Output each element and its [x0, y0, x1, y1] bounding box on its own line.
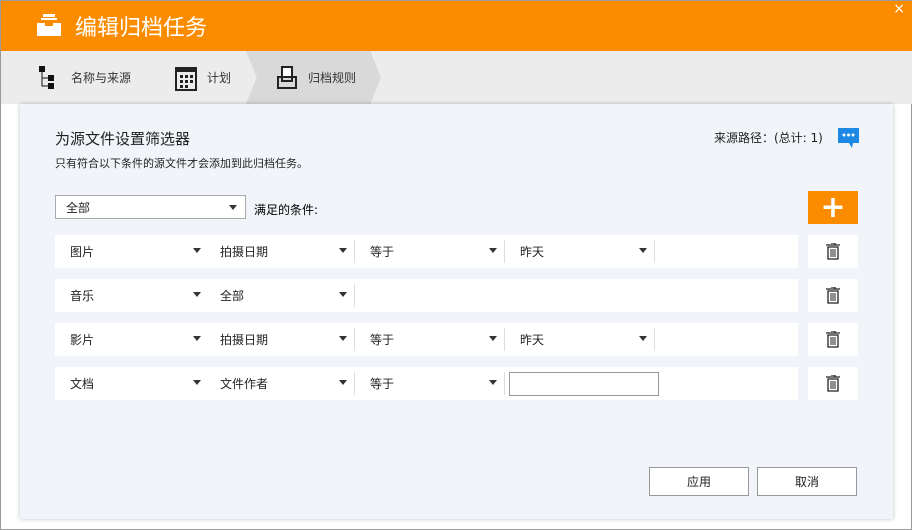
rule-type-select[interactable]: 影片 — [55, 323, 209, 356]
trash-icon — [826, 331, 840, 348]
rule-op-value: 等于 — [370, 333, 395, 347]
divider — [654, 240, 655, 263]
chevron-down-icon — [639, 248, 647, 253]
tab-archive-rules[interactable]: 归档规则 — [246, 51, 381, 104]
chevron-down-icon — [489, 380, 497, 385]
chevron-down-icon — [489, 248, 497, 253]
cancel-button[interactable]: 取消 — [757, 467, 857, 496]
divider — [504, 372, 505, 395]
title-bar: 编辑归档任务 × — [1, 1, 912, 51]
rule-type-value: 文档 — [70, 377, 95, 391]
close-button[interactable]: × — [893, 1, 905, 17]
rule-op-select[interactable]: 等于 — [355, 323, 505, 356]
rule-field-select[interactable]: 拍摄日期 — [205, 323, 355, 356]
panel-subtitle: 只有符合以下条件的源文件才会添加到此归档任务。 — [55, 157, 308, 170]
chevron-down-icon — [229, 205, 237, 210]
panel-heading: 为源文件设置筛选器 — [55, 130, 191, 148]
tab-label: 名称与来源 — [71, 71, 132, 85]
rule-value-input[interactable] — [509, 372, 659, 396]
trash-icon — [826, 287, 840, 304]
rule-op-value: 等于 — [370, 245, 395, 259]
chevron-down-icon — [193, 336, 201, 341]
chevron-down-icon — [639, 336, 647, 341]
rule-type-value: 图片 — [70, 245, 95, 259]
chevron-down-icon — [339, 292, 347, 297]
chevron-down-icon — [193, 380, 201, 385]
apply-button[interactable]: 应用 — [649, 467, 749, 496]
match-label: 满足的条件: — [254, 203, 319, 217]
match-mode-select[interactable]: 全部 — [55, 195, 246, 219]
chevron-down-icon — [339, 380, 347, 385]
calendar-icon — [175, 66, 197, 91]
rule-row: 文档 文件作者 等于 — [55, 367, 798, 400]
rule-op-select[interactable]: 等于 — [355, 235, 505, 268]
archive-rules-icon — [277, 65, 297, 89]
chevron-down-icon — [489, 336, 497, 341]
rule-field-select[interactable]: 拍摄日期 — [205, 235, 355, 268]
tab-label: 归档规则 — [308, 71, 357, 85]
chevron-down-icon — [193, 248, 201, 253]
trash-icon — [826, 375, 840, 392]
rule-op-select[interactable]: 等于 — [355, 367, 505, 400]
rule-field-select[interactable]: 文件作者 — [205, 367, 355, 400]
rule-type-select[interactable]: 图片 — [55, 235, 209, 268]
wizard-steps: 名称与来源 计划 归档规则 — [1, 51, 912, 104]
rule-row: 影片 拍摄日期 等于 昨天 — [55, 323, 798, 356]
rule-value-select[interactable]: 昨天 — [505, 235, 655, 268]
rule-row: 音乐 全部 — [55, 279, 798, 312]
add-rule-button[interactable]: + — [808, 191, 858, 224]
rule-row: 图片 拍摄日期 等于 昨天 — [55, 235, 798, 268]
rule-value-value: 昨天 — [520, 333, 545, 347]
rule-type-select[interactable]: 文档 — [55, 367, 209, 400]
divider — [654, 328, 655, 351]
filter-panel: 为源文件设置筛选器 只有符合以下条件的源文件才会添加到此归档任务。 来源路径：(… — [20, 104, 893, 519]
tab-schedule[interactable]: 计划 — [175, 51, 231, 104]
rule-type-select[interactable]: 音乐 — [55, 279, 209, 312]
rule-type-value: 音乐 — [70, 289, 95, 303]
rule-field-value: 拍摄日期 — [220, 245, 269, 259]
delete-rule-button[interactable] — [808, 279, 858, 312]
rule-value-value: 昨天 — [520, 245, 545, 259]
chevron-down-icon — [339, 336, 347, 341]
rule-field-value: 文件作者 — [220, 377, 269, 391]
tab-name-source[interactable]: 名称与来源 — [39, 51, 131, 104]
tree-icon — [39, 65, 54, 89]
tab-label: 计划 — [207, 71, 232, 85]
comment-icon[interactable] — [838, 128, 859, 148]
rule-type-value: 影片 — [70, 333, 95, 347]
rule-value-select[interactable]: 昨天 — [505, 323, 655, 356]
archive-box-icon — [37, 14, 61, 36]
rule-field-select[interactable]: 全部 — [205, 279, 355, 312]
delete-rule-button[interactable] — [808, 323, 858, 356]
delete-rule-button[interactable] — [808, 235, 858, 268]
delete-rule-button[interactable] — [808, 367, 858, 400]
rule-field-value: 全部 — [220, 289, 245, 303]
source-path-label: 来源路径：(总计: 1) — [714, 131, 823, 145]
trash-icon — [826, 243, 840, 260]
match-mode-value: 全部 — [66, 200, 91, 215]
rule-op-value: 等于 — [370, 377, 395, 391]
window-title: 编辑归档任务 — [75, 16, 208, 41]
rule-field-value: 拍摄日期 — [220, 333, 269, 347]
divider — [354, 284, 355, 307]
chevron-down-icon — [339, 248, 347, 253]
chevron-down-icon — [193, 292, 201, 297]
